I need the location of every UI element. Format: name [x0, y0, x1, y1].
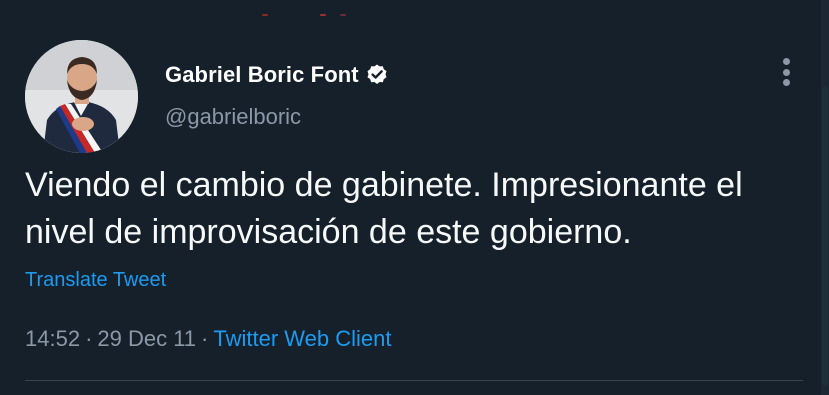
verified-badge-icon — [365, 63, 389, 87]
tweet-meta: 14:52 · 29 Dec 11 · Twitter Web Client — [25, 326, 391, 352]
tweet-date[interactable]: 29 Dec 11 — [97, 326, 196, 351]
author-name-row[interactable]: Gabriel Boric Font — [165, 62, 389, 88]
author-handle[interactable]: @gabrielboric — [165, 104, 301, 130]
tweet-client-link[interactable]: Twitter Web Client — [213, 326, 391, 351]
meta-separator: · — [201, 326, 209, 351]
tweet-text: Viendo el cambio de gabinete. Impresiona… — [25, 166, 743, 251]
avatar-image — [25, 40, 138, 153]
tweet-card: Gabriel Boric Font @gabrielboric Viendo … — [0, 0, 829, 395]
translate-tweet-link[interactable]: Translate Tweet — [25, 269, 166, 292]
avatar[interactable] — [25, 40, 138, 153]
more-options-icon[interactable] — [776, 56, 796, 88]
top-edge-artifact — [262, 14, 352, 18]
author-display-name[interactable]: Gabriel Boric Font — [165, 62, 359, 88]
scrollbar[interactable] — [821, 0, 829, 395]
divider — [25, 380, 803, 381]
tweet-time[interactable]: 14:52 — [25, 326, 80, 351]
meta-separator: · — [85, 326, 93, 351]
